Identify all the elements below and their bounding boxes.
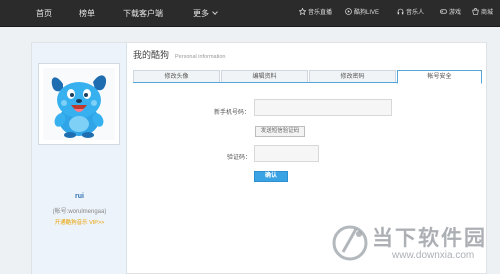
watermark: 当下软件园 www.downxia.com [330,214,500,272]
new-phone-input[interactable] [254,99,392,116]
nav-more-label: 更多 [193,9,209,18]
page-title: 我的酷狗 Personal information [133,48,225,61]
nav-shop-label: 商城 [481,10,494,16]
profile-sidebar: rui (帐号:worulmengaa) 开通酷狗音乐 VIP>> [32,43,127,274]
open-vip-link[interactable]: 开通酷狗音乐 VIP>> [32,218,127,226]
verification-code-input[interactable] [254,145,319,162]
avatar-image [43,68,115,140]
top-navigation-bar: 首页 榜单 下载客户端 更多 音乐直播 酷狗LIVE 音乐人 游戏 商城 [0,0,500,27]
nav-download-client[interactable]: 下载客户端 [123,0,163,27]
star-icon [298,7,307,16]
username: rui [75,193,84,200]
nav-kugou-live[interactable]: 酷狗LIVE [345,0,379,27]
nav-music-live[interactable]: 音乐直播 [298,0,333,27]
avatar[interactable] [38,63,120,145]
dog-mascot-icon [51,75,107,138]
nav-charts[interactable]: 榜单 [79,0,95,27]
shop-icon [472,7,479,15]
nav-games[interactable]: 游戏 [440,0,461,27]
gamepad-icon [440,9,447,14]
play-icon [345,8,352,15]
account-id: (帐号:worulmengaa) [52,209,107,215]
nav-games-label: 游戏 [449,10,462,16]
nav-kugou-live-label: 酷狗LIVE [354,10,380,16]
nav-shop[interactable]: 商城 [472,0,493,27]
nav-musician-label: 音乐人 [406,10,425,16]
verification-code-label: 验证码： [227,155,252,161]
headphones-icon [397,8,404,15]
nav-home[interactable]: 首页 [36,0,52,27]
nav-more[interactable]: 更多 [193,0,218,27]
new-phone-label: 新手机号码： [214,110,251,116]
watermark-text: 当下软件园 [372,227,487,250]
tab-account-security[interactable]: 帐号安全 [397,70,482,84]
confirm-button[interactable]: 确认 [254,171,288,182]
chevron-down-icon [212,9,218,15]
nav-music-live-label: 音乐直播 [308,10,333,16]
nav-musician[interactable]: 音乐人 [397,0,424,27]
send-sms-code-button[interactable]: 发送短信验证码 [255,126,305,137]
page-subtitle: Personal information [175,54,226,60]
watermark-url: www.downxia.com [392,250,475,261]
page-title-text: 我的酷狗 [133,50,170,60]
